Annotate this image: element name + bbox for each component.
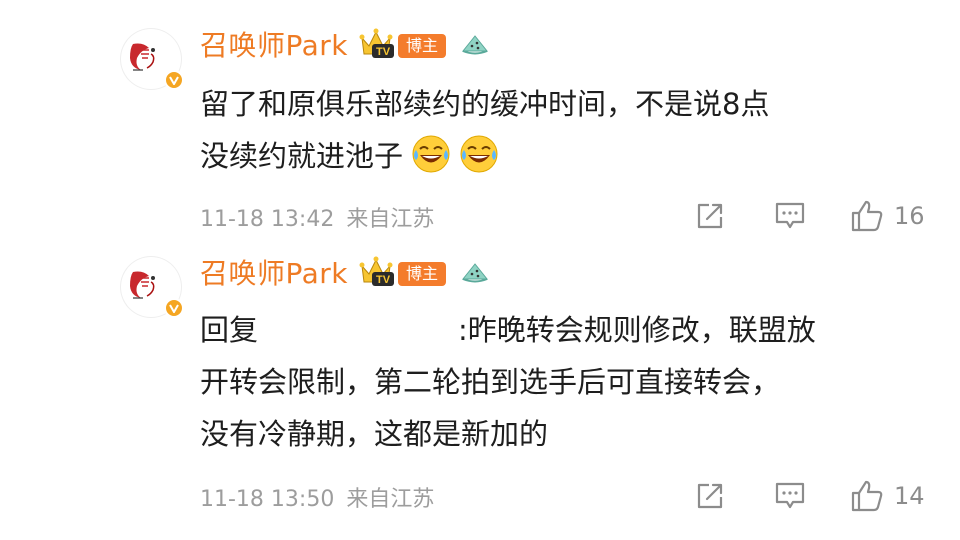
comment-button[interactable] <box>770 476 810 516</box>
avatar-logo-icon <box>130 271 155 299</box>
crown-icon: TV <box>359 256 395 286</box>
verified-badge-icon <box>164 298 184 318</box>
comment-actions: 14 <box>690 476 925 516</box>
reply-prefix: 回复 <box>200 313 259 347</box>
comment-meta: 11-18 13:50 来自江苏 <box>200 481 434 513</box>
comment-location: 来自江苏 <box>346 487 435 512</box>
like-button[interactable]: 14 <box>850 479 925 513</box>
tv-crown-badge: TV 博主 <box>358 256 448 288</box>
comment-text-line: 没有冷静期，这都是新加的 <box>200 417 549 451</box>
avatar[interactable] <box>120 256 184 318</box>
comment-time: 11-18 13:50 <box>200 487 335 512</box>
thumbs-up-icon <box>851 480 883 512</box>
svg-text:TV: TV <box>376 274 391 286</box>
share-button[interactable] <box>690 476 730 516</box>
share-icon <box>697 483 723 509</box>
like-count: 14 <box>894 482 925 510</box>
comment-text-fragment: :昨晚转会规则修改，联盟放 <box>458 313 816 347</box>
host-badge: 博主 <box>398 262 447 286</box>
comment-header: 召唤师Park TV 博主 <box>200 252 490 292</box>
fan-group-icon[interactable] <box>460 261 490 283</box>
comment-text: 回复 :昨晚转会规则修改，联盟放 开转会限制，第二轮拍到选手后可直接转会， 没有冷… <box>200 304 920 460</box>
comment-text-line: 回复 :昨晚转会规则修改，联盟放 <box>200 304 920 356</box>
comment-text-line: 开转会限制，第二轮拍到选手后可直接转会， <box>200 365 781 399</box>
comment-item: 召唤师Park TV 博主 回复 :昨晚转会规则修改，联盟放 开转会限制，第二轮拍… <box>0 0 960 540</box>
comment-icon <box>775 482 805 509</box>
username[interactable]: 召唤师Park <box>200 252 348 292</box>
